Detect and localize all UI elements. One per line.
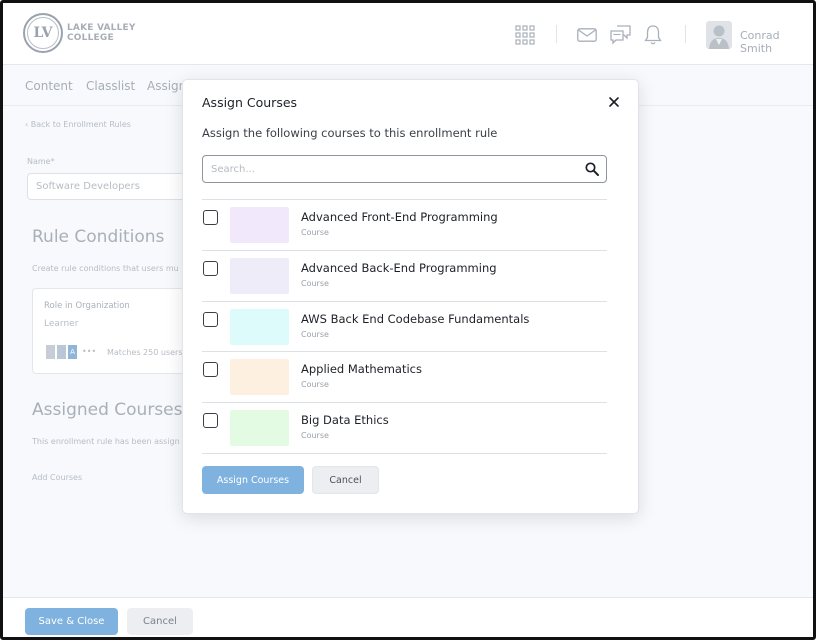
user-chip [56,344,67,360]
user-chip: A [67,344,78,360]
list-item[interactable]: Advanced Back-End Programming Course [202,250,607,301]
course-checkbox[interactable] [203,210,218,225]
user-chips: A ••• [45,344,96,360]
page-footer: Save & Close Cancel [3,597,813,637]
course-type: Course [301,330,329,339]
college-name-line2: COLLEGE [67,33,114,43]
user-name[interactable]: Conrad Smith [740,29,813,55]
mail-icon[interactable] [577,28,597,42]
condition-title: Role in Organization [44,301,130,311]
app-window: LV LAKE VALLEY COLLEGE Conrad Smith Cont… [0,0,816,640]
search-input[interactable] [211,161,571,177]
tab-classlist[interactable]: Classlist [86,79,135,93]
user-avatar[interactable] [706,21,732,49]
bell-icon[interactable] [644,24,662,46]
college-name-line1: LAKE VALLEY [67,23,136,33]
course-thumbnail [230,410,289,446]
more-indicator: ••• [82,347,97,356]
course-checkbox[interactable] [203,312,218,327]
user-chip [45,344,56,360]
header-divider [556,25,557,43]
list-item[interactable]: Applied Mathematics Course [202,351,607,402]
course-thumbnail [230,207,289,243]
rule-conditions-title: Rule Conditions [32,227,165,247]
course-checkbox[interactable] [203,362,218,377]
rule-conditions-description: Create rule conditions that users mu [32,264,179,273]
course-name: AWS Back End Codebase Fundamentals [301,312,530,326]
course-type: Course [301,380,329,389]
course-search [202,155,607,183]
course-thumbnail [230,359,289,395]
college-name: LAKE VALLEY COLLEGE [67,23,136,43]
course-name: Advanced Front-End Programming [301,210,498,224]
logo-initials: LV [27,17,59,49]
condition-card[interactable]: Role in Organization Learner A ••• Match… [32,288,192,374]
assign-courses-dialog: Assign Courses Assign the following cour… [182,79,639,514]
top-header: LV LAKE VALLEY COLLEGE Conrad Smith [3,3,813,65]
tab-assign[interactable]: Assign [147,79,186,93]
add-courses-link[interactable]: Add Courses [32,473,82,482]
course-type: Course [301,279,329,288]
matches-count: Matches 250 users [107,348,183,357]
cancel-button[interactable]: Cancel [127,608,193,635]
list-divider [202,453,607,454]
course-name: Advanced Back-End Programming [301,261,497,275]
dialog-cancel-button[interactable]: Cancel [312,466,379,494]
course-thumbnail [230,309,289,345]
list-item[interactable]: AWS Back End Codebase Fundamentals Cours… [202,301,607,352]
chat-icon[interactable] [610,25,632,45]
assigned-courses-description: This enrollment rule has been assign [32,437,180,446]
avatar-silhouette-icon [709,25,729,49]
search-icon[interactable] [584,161,600,177]
condition-value: Learner [44,319,79,329]
tab-content[interactable]: Content [25,79,73,93]
close-icon[interactable] [607,95,621,109]
dialog-subtitle: Assign the following courses to this enr… [202,126,498,140]
college-logo[interactable]: LV [23,13,63,53]
course-checkbox[interactable] [203,413,218,428]
course-type: Course [301,228,329,237]
assigned-courses-title: Assigned Courses [32,400,183,420]
list-item[interactable]: Advanced Front-End Programming Course [202,199,607,250]
course-type: Course [301,431,329,440]
name-label: Name* [27,157,55,166]
course-name: Applied Mathematics [301,362,422,376]
header-divider [685,25,686,43]
assign-courses-button[interactable]: Assign Courses [202,466,304,494]
course-name: Big Data Ethics [301,413,389,427]
list-item[interactable]: Big Data Ethics Course [202,402,607,453]
course-thumbnail [230,258,289,294]
name-field[interactable]: Software Developers [27,173,197,200]
save-close-button[interactable]: Save & Close [25,608,118,635]
back-link[interactable]: ‹ Back to Enrollment Rules [25,120,131,129]
app-grid-icon[interactable] [515,25,535,45]
dialog-title: Assign Courses [202,95,298,110]
course-checkbox[interactable] [203,261,218,276]
